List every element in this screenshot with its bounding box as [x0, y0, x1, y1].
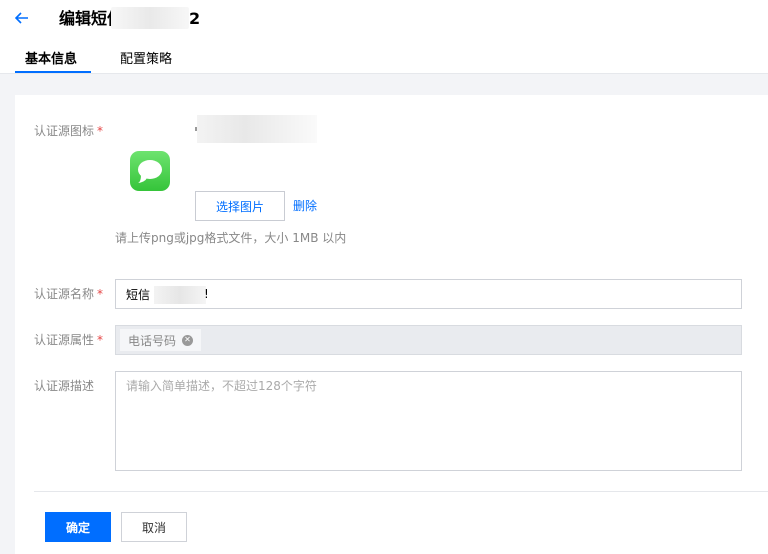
name-input-tail: !	[204, 287, 209, 301]
attr-tag-label: 电话号码	[128, 333, 177, 348]
required-mark: *	[97, 333, 104, 347]
select-image-button[interactable]: 选择图片	[195, 191, 285, 221]
form-card: 认证源图标 * 选择图片 删除 请上传png或jpg格式文件，大小 1MB 以内 …	[15, 95, 768, 554]
description-textarea[interactable]: 请输入简单描述，不超过128个字符	[115, 371, 742, 471]
arrow-left-icon	[14, 9, 29, 29]
required-mark: *	[97, 287, 104, 301]
tab-basic-info[interactable]: 基本信息	[25, 52, 77, 68]
back-button[interactable]	[10, 8, 34, 30]
redacted-block	[111, 7, 189, 29]
attr-field-label: 认证源属性 *	[34, 333, 104, 347]
tab-config-policy[interactable]: 配置策略	[120, 52, 172, 68]
name-field-label: 认证源名称 *	[34, 287, 104, 301]
close-circle-icon[interactable]: ✕	[182, 334, 194, 346]
desc-field-label: 认证源描述	[34, 379, 95, 393]
message-bubble-icon	[130, 151, 170, 191]
redacted-block	[154, 286, 206, 304]
redacted-block	[197, 115, 317, 143]
page-title-tail: 2	[189, 9, 201, 28]
attr-tag: 电话号码 ✕	[120, 329, 202, 351]
divider	[34, 491, 768, 492]
attr-select: 电话号码 ✕	[115, 325, 742, 355]
required-mark: *	[97, 124, 104, 138]
cancel-button[interactable]: 取消	[121, 512, 187, 542]
name-input-value: 短信	[126, 287, 151, 302]
upload-hint: 请上传png或jpg格式文件，大小 1MB 以内	[115, 231, 347, 245]
name-input[interactable]: 短信 !	[115, 279, 742, 309]
confirm-button[interactable]: 确定	[45, 512, 111, 542]
delete-image-link[interactable]: 删除	[293, 198, 317, 214]
tab-active-indicator	[15, 71, 91, 73]
icon-field-label: 认证源图标 *	[34, 124, 104, 138]
page-header: 编辑短信 2 基本信息 配置策略	[0, 0, 768, 74]
